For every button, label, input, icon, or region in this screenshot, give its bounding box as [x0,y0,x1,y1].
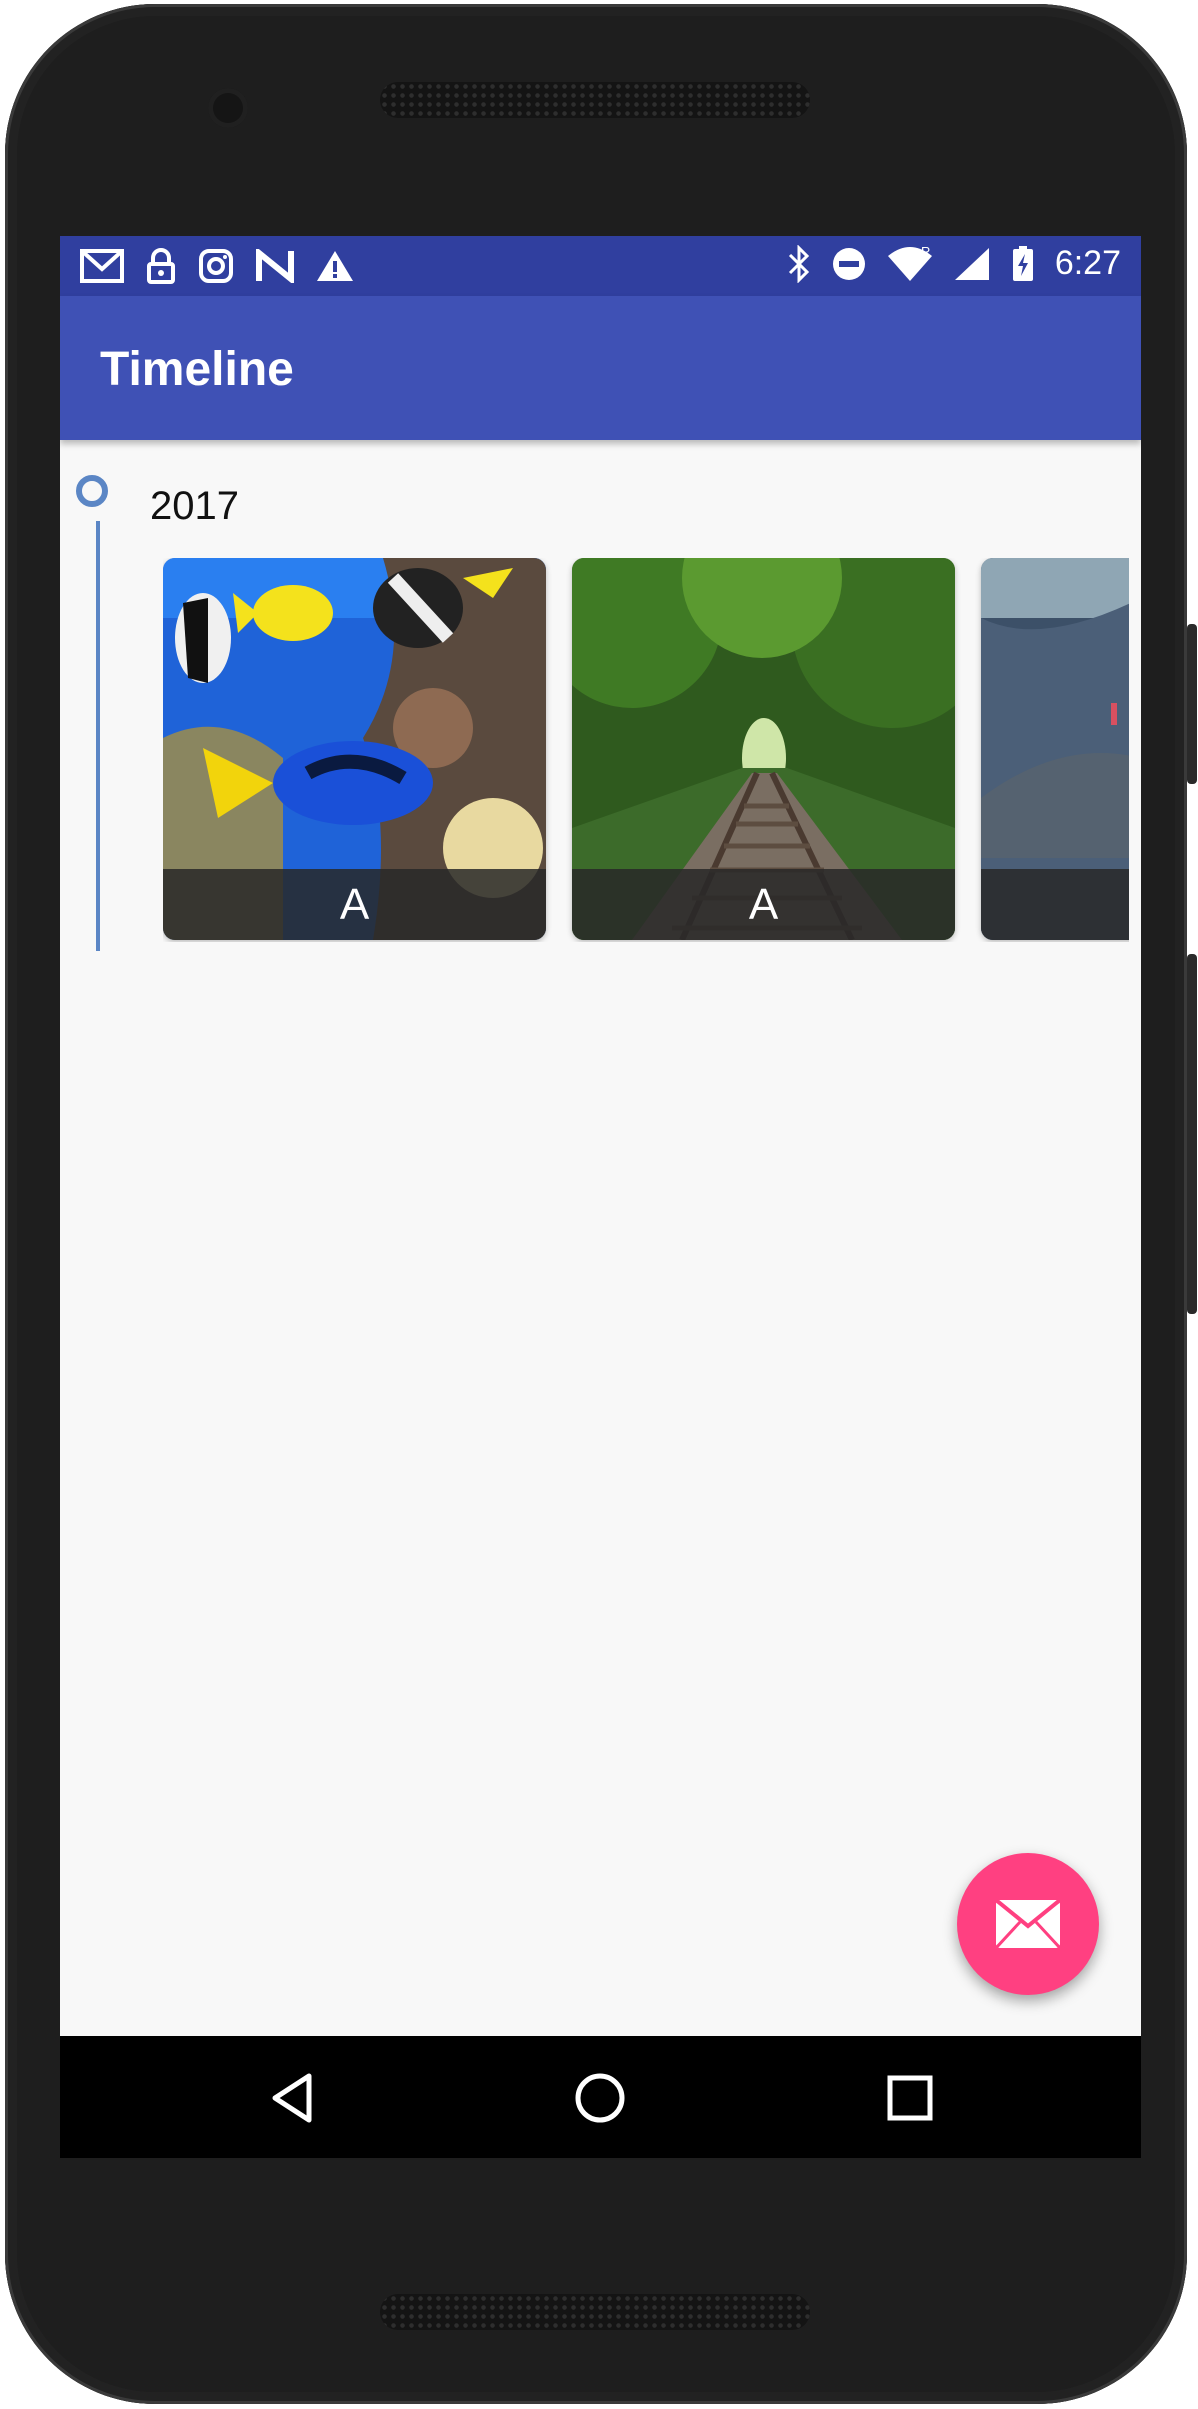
card-caption: A [572,869,955,940]
card-caption [981,869,1129,940]
volume-button [1187,954,1197,1314]
power-button [1187,624,1197,784]
front-camera [208,88,248,128]
status-time: 6:27 [1054,244,1121,282]
recents-icon[interactable] [882,2070,938,2126]
signal-icon [954,247,989,280]
timeline-year: 2017 [150,484,239,528]
phone-frame: R 6:27 Timeline 2017 A A [5,4,1197,2404]
signal-badge: R [921,246,930,259]
timeline-card[interactable]: A [163,558,546,940]
instagram-icon [199,249,233,283]
battery-icon [1012,245,1033,281]
warning-icon [317,251,353,281]
timeline-line [96,521,100,951]
home-icon[interactable] [572,2070,628,2126]
timeline-node [76,475,108,507]
app-bar: Timeline [60,296,1141,440]
back-icon[interactable] [265,2070,321,2126]
do-not-disturb-icon [832,247,865,280]
mail-icon [996,1900,1060,1948]
timeline-card[interactable]: A [572,558,955,940]
card-caption: A [163,869,546,940]
screen: R 6:27 Timeline 2017 A A [60,236,1141,2158]
bluetooth-icon [788,244,809,283]
top-speaker [380,82,810,118]
image-carousel[interactable]: A A [163,558,1129,942]
bottom-speaker [380,2294,810,2330]
lock-icon [147,248,175,284]
timeline-card[interactable] [981,558,1129,940]
compose-mail-fab[interactable] [957,1853,1099,1995]
navigation-bar [60,2036,1141,2158]
status-bar: R 6:27 [60,236,1141,296]
gmail-icon [80,249,124,283]
n-app-icon [256,249,294,283]
page-title: Timeline [100,343,294,396]
wifi-icon: R [887,246,932,281]
